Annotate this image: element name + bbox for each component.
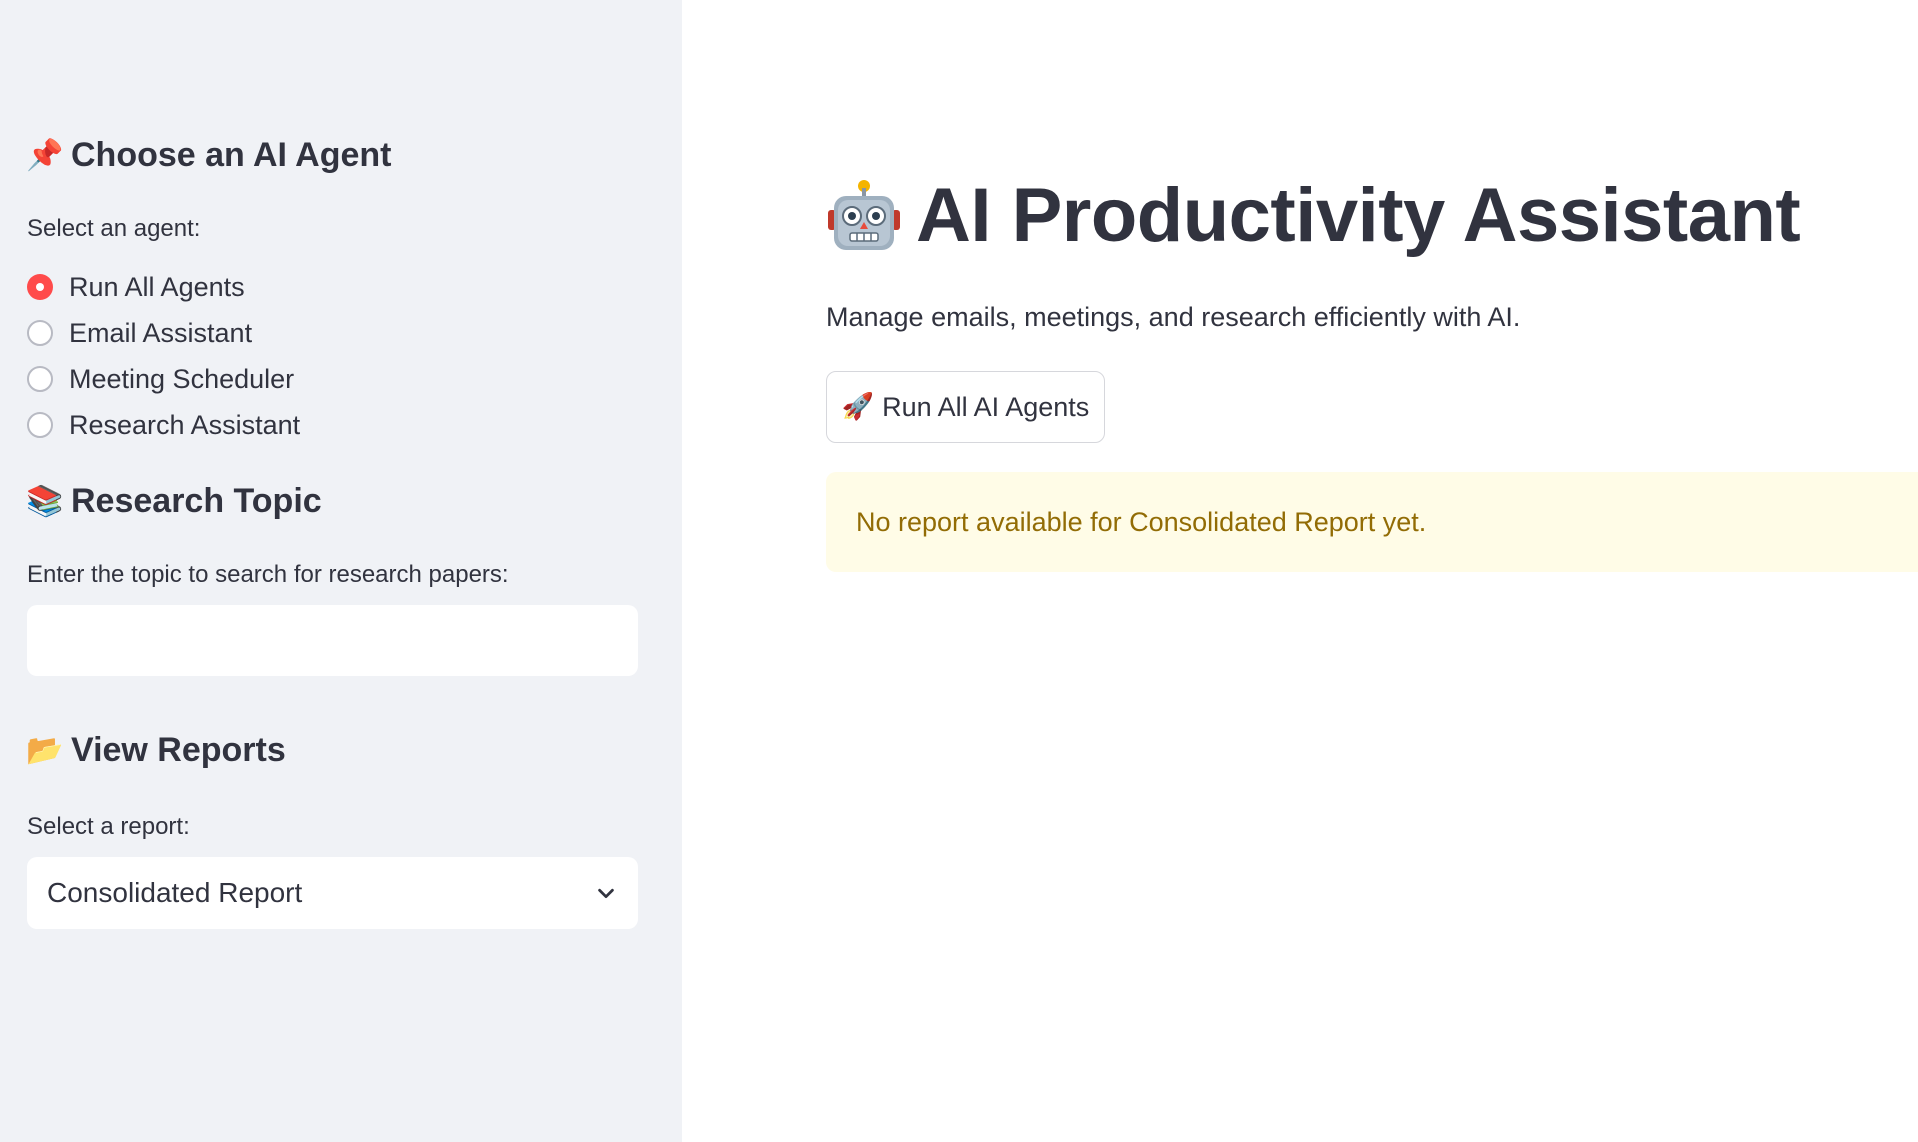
agent-select-label: Select an agent:	[27, 215, 201, 242]
radio-option-run-all-agents[interactable]: Run All Agents	[27, 264, 300, 310]
sidebar: 📌 Choose an AI Agent Select an agent: Ru…	[0, 0, 682, 1142]
radio-selected-icon[interactable]	[27, 274, 53, 300]
research-topic-label: Enter the topic to search for research p…	[27, 561, 509, 588]
radio-option-label: Run All Agents	[69, 271, 245, 302]
radio-unselected-icon[interactable]	[27, 366, 53, 392]
run-all-agents-button[interactable]: 🚀 Run All AI Agents	[826, 371, 1105, 443]
report-select-value: Consolidated Report	[47, 877, 303, 908]
warning-alert-text: No report available for Consolidated Rep…	[856, 506, 1427, 537]
pushpin-icon: 📌	[26, 138, 64, 173]
agent-radio-group: Run All Agents Email Assistant Meeting S…	[27, 264, 300, 448]
agent-section-title: Choose an AI Agent	[71, 136, 392, 174]
radio-unselected-icon[interactable]	[27, 412, 53, 438]
agent-section-heading: 📌 Choose an AI Agent	[26, 136, 392, 175]
run-all-agents-label: Run All AI Agents	[882, 391, 1090, 422]
radio-option-label: Email Assistant	[69, 317, 253, 348]
warning-alert: No report available for Consolidated Rep…	[826, 472, 1918, 572]
research-section-heading: 📚 Research Topic	[26, 482, 322, 521]
reports-section-heading: 📂 View Reports	[26, 731, 286, 770]
radio-option-label: Research Assistant	[69, 409, 301, 440]
books-icon: 📚	[26, 484, 64, 519]
folder-icon: 📂	[26, 733, 64, 768]
rocket-icon: 🚀	[841, 392, 875, 422]
report-select-dropdown[interactable]: Consolidated Report	[27, 857, 638, 929]
radio-option-meeting-scheduler[interactable]: Meeting Scheduler	[27, 356, 300, 402]
radio-option-research-assistant[interactable]: Research Assistant	[27, 402, 300, 448]
research-topic-input[interactable]	[27, 605, 638, 676]
reports-section-title: View Reports	[71, 731, 286, 769]
main-content: AI Productivity Assistant Manage emails,…	[682, 0, 1918, 1142]
page-title: AI Productivity Assistant	[826, 172, 1801, 259]
app-window: 📌 Choose an AI Agent Select an agent: Ru…	[0, 0, 1918, 1142]
report-select-label: Select a report:	[27, 813, 190, 840]
page-subtitle: Manage emails, meetings, and research ef…	[826, 302, 1521, 332]
chevron-down-icon[interactable]	[594, 881, 618, 905]
robot-icon	[826, 178, 902, 254]
page-title-text: AI Productivity Assistant	[916, 173, 1801, 258]
radio-option-label: Meeting Scheduler	[69, 363, 295, 394]
radio-unselected-icon[interactable]	[27, 320, 53, 346]
radio-option-email-assistant[interactable]: Email Assistant	[27, 310, 300, 356]
research-section-title: Research Topic	[71, 482, 322, 520]
